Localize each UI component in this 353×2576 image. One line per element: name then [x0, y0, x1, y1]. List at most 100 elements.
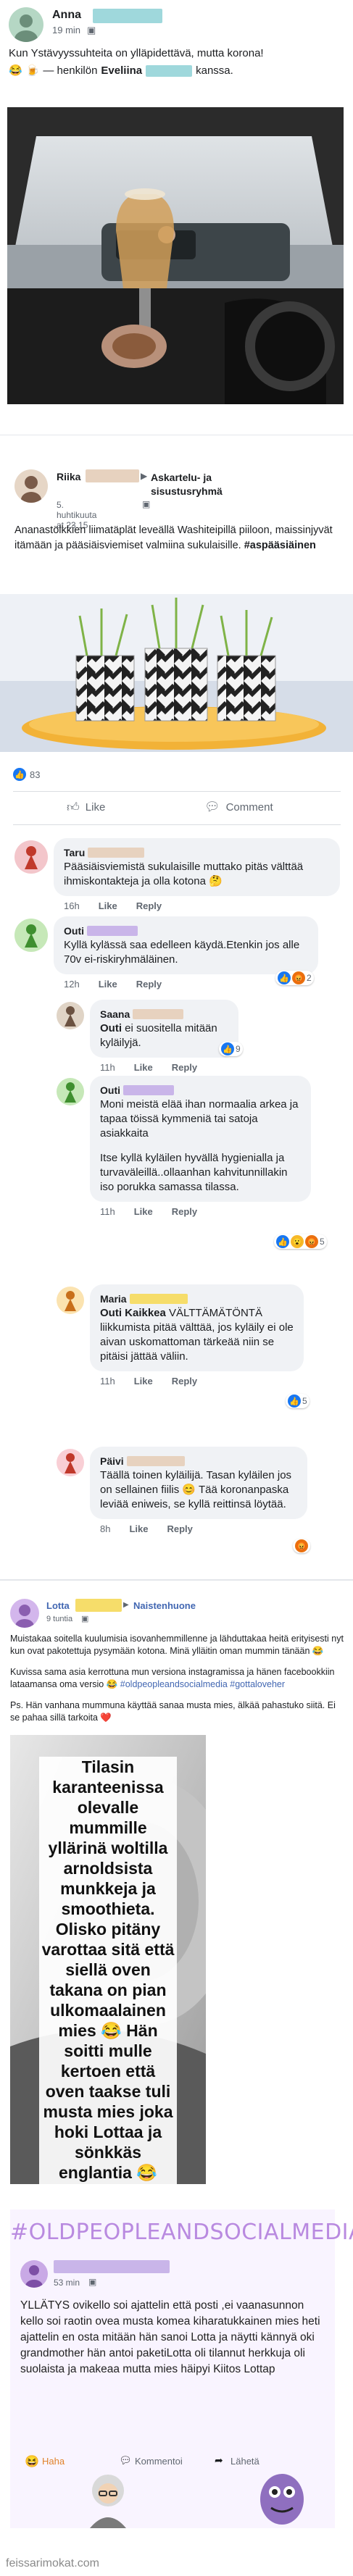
redacted-name [126, 1456, 185, 1466]
redacted-name [75, 1599, 122, 1612]
angry-reaction-icon: 😡 [305, 1235, 318, 1248]
hashtag-link[interactable]: #oldpeopleandsocialmedia #gottaloveher [120, 1679, 285, 1689]
comment-bubble: Taru Pääsiäisviemistä sukulaisille mutta… [54, 838, 340, 896]
comment-like-button[interactable]: Like [134, 1206, 153, 1217]
group-name[interactable]: Askartelu- ja sisustusryhmä [151, 471, 259, 498]
avatar [20, 2260, 48, 2288]
comment-avatar[interactable] [57, 1078, 84, 1105]
embedded-screenshot[interactable]: #OLDPEOPLEANDSOCIALMEDIA 53 min ▣ YLLÄTY… [10, 2209, 353, 2528]
cans-photo-illustration [0, 594, 353, 752]
post-author[interactable]: Anna [52, 9, 81, 22]
avatar[interactable] [10, 1599, 39, 1628]
post-divider [0, 1579, 353, 1581]
comment-bubble: Outi Kyllä kylässä saa edelleen käydä.Et… [54, 916, 318, 974]
thumbs-up-icon: 👍︎ [67, 800, 80, 814]
commenter-name[interactable]: Outi [64, 924, 84, 938]
group-name[interactable]: Naistenhuone [133, 1600, 196, 1611]
comment-reply: Maria Outi Kaikkea VÄLTTÄMÄTÖNTÄ liikkum… [90, 1284, 336, 1387]
grin-emoji-icon: 😂 [9, 64, 22, 77]
mention-link[interactable]: Outi [100, 1022, 122, 1034]
comment-bubble: Saana Outi ei suositella mitään kyläilyj… [90, 1000, 238, 1058]
female-avatar-icon [65, 1291, 76, 1311]
comment-reply: Outi Moni meistä elää ihan normaalia ark… [90, 1076, 336, 1217]
comment-reply-button[interactable]: Reply [172, 1062, 197, 1073]
commenter-name[interactable]: Saana [100, 1007, 130, 1021]
like-reaction-icon: 👍 [221, 1042, 234, 1055]
comment-reply-button[interactable]: Reply [167, 1523, 192, 1534]
comment-avatar[interactable] [57, 1002, 84, 1029]
post-photo-cans[interactable] [0, 594, 353, 752]
comment-reply: Päivi Täällä toinen kyläilijä. Tasan kyl… [90, 1447, 336, 1534]
tagged-person[interactable]: Eveliina [101, 64, 142, 78]
redacted-name [88, 848, 145, 858]
mention-link[interactable]: Outi Kaikkea [100, 1307, 166, 1319]
watermark: feissarimokat.com [6, 2557, 99, 2569]
commenter-name[interactable]: Outi [100, 1083, 120, 1097]
comment-label: Comment [225, 800, 273, 814]
post-author[interactable]: Lotta [46, 1600, 70, 1611]
avatar[interactable] [9, 7, 43, 42]
comment-bubble: Maria Outi Kaikkea VÄLTTÄMÄTÖNTÄ liikkum… [90, 1284, 304, 1371]
haha-label: Haha [42, 2456, 65, 2467]
post-anna: Anna 19 min ▣ Kun Ystävyyssuhteita on yl… [0, 0, 353, 435]
comment-text: Moni meistä elää ihan normaalia arkea ja… [100, 1098, 299, 1139]
comment-actions: 8h Like Reply [100, 1523, 336, 1534]
redacted-name [86, 469, 139, 482]
reaction-summary[interactable]: 👍 83 [13, 768, 40, 781]
like-reaction-icon: 👍 [288, 1394, 301, 1408]
female-avatar-icon [25, 924, 38, 948]
comment-avatar[interactable] [14, 919, 48, 952]
hashtag-link[interactable]: #aspääsiäinen [244, 540, 316, 551]
comment-time[interactable]: 11h [100, 1206, 115, 1217]
post-photo-car[interactable] [7, 107, 344, 404]
reaction-count: 9 [236, 1044, 241, 1054]
comment-reply-button[interactable]: Reply [136, 979, 162, 990]
comment-reactions[interactable]: 👍 😡 2 [275, 971, 314, 985]
comment-actions: 11h Like Reply [100, 1376, 336, 1387]
privacy-icon: ▣ [81, 1615, 89, 1623]
comment-actions: 16h Like Reply [64, 900, 344, 911]
comment-reply-button[interactable]: Reply [172, 1206, 197, 1217]
avatar[interactable] [14, 469, 48, 503]
post-time[interactable]: 19 min [52, 25, 80, 35]
post-paragraph: Ps. Hän vanhana mummuna käyttää sanaa mu… [10, 1700, 336, 1723]
post-photo-screenshot[interactable]: Tilasin karanteenissa olevalle mummille … [10, 1735, 206, 2184]
comment-time[interactable]: 12h [64, 979, 80, 990]
thinking-emoji-icon: 🤔 [205, 875, 223, 887]
comment-time[interactable]: 11h [100, 1376, 115, 1387]
reaction-count: 5 [302, 1396, 307, 1406]
comment-avatar[interactable] [57, 1449, 84, 1476]
comment-reactions[interactable]: 👍 9 [219, 1042, 243, 1056]
commenter-name[interactable]: Maria [100, 1292, 127, 1306]
comment-like-button[interactable]: Like [99, 900, 117, 911]
like-button[interactable]: 👍︎ Like [67, 800, 105, 815]
comment-like-button[interactable]: Like [134, 1376, 153, 1387]
person-silhouette-icon [21, 476, 41, 503]
redacted-name [87, 926, 138, 936]
commenter-name[interactable]: Taru [64, 845, 85, 860]
haha-emoji-icon: 😆 [25, 2456, 39, 2468]
comment-reply-button[interactable]: Reply [136, 900, 162, 911]
comment-reactions[interactable]: 👍 5 [286, 1394, 310, 1408]
post-author[interactable]: Riika [57, 471, 80, 482]
person-silhouette-icon [25, 2265, 43, 2288]
comment-like-button[interactable]: Like [129, 1523, 148, 1534]
post-time: 53 min [54, 2278, 80, 2288]
with-suffix: kanssa. [196, 64, 233, 77]
privacy-icon: ▣ [142, 499, 151, 509]
commenter-name[interactable]: Päivi [100, 1454, 124, 1468]
post-time[interactable]: 9 tuntia [46, 1615, 72, 1623]
comment-time[interactable]: 16h [64, 900, 80, 911]
comment-reactions[interactable]: 👍 😮 😡 5 [274, 1234, 327, 1249]
comment-like-button[interactable]: Like [99, 979, 117, 990]
comment-avatar[interactable] [14, 840, 48, 874]
redacted-name [54, 2260, 170, 2273]
comment-avatar[interactable] [57, 1287, 84, 1314]
comment-time[interactable]: 8h [100, 1523, 110, 1534]
redacted-name [129, 1294, 188, 1304]
comment-like-button[interactable]: Like [134, 1062, 153, 1073]
comment-time[interactable]: 11h [100, 1062, 115, 1073]
comment-reply-button[interactable]: Reply [172, 1376, 197, 1387]
comment-reactions[interactable]: 😡 [293, 1539, 310, 1553]
comment-button[interactable]: 💬︎ Comment [204, 800, 273, 814]
